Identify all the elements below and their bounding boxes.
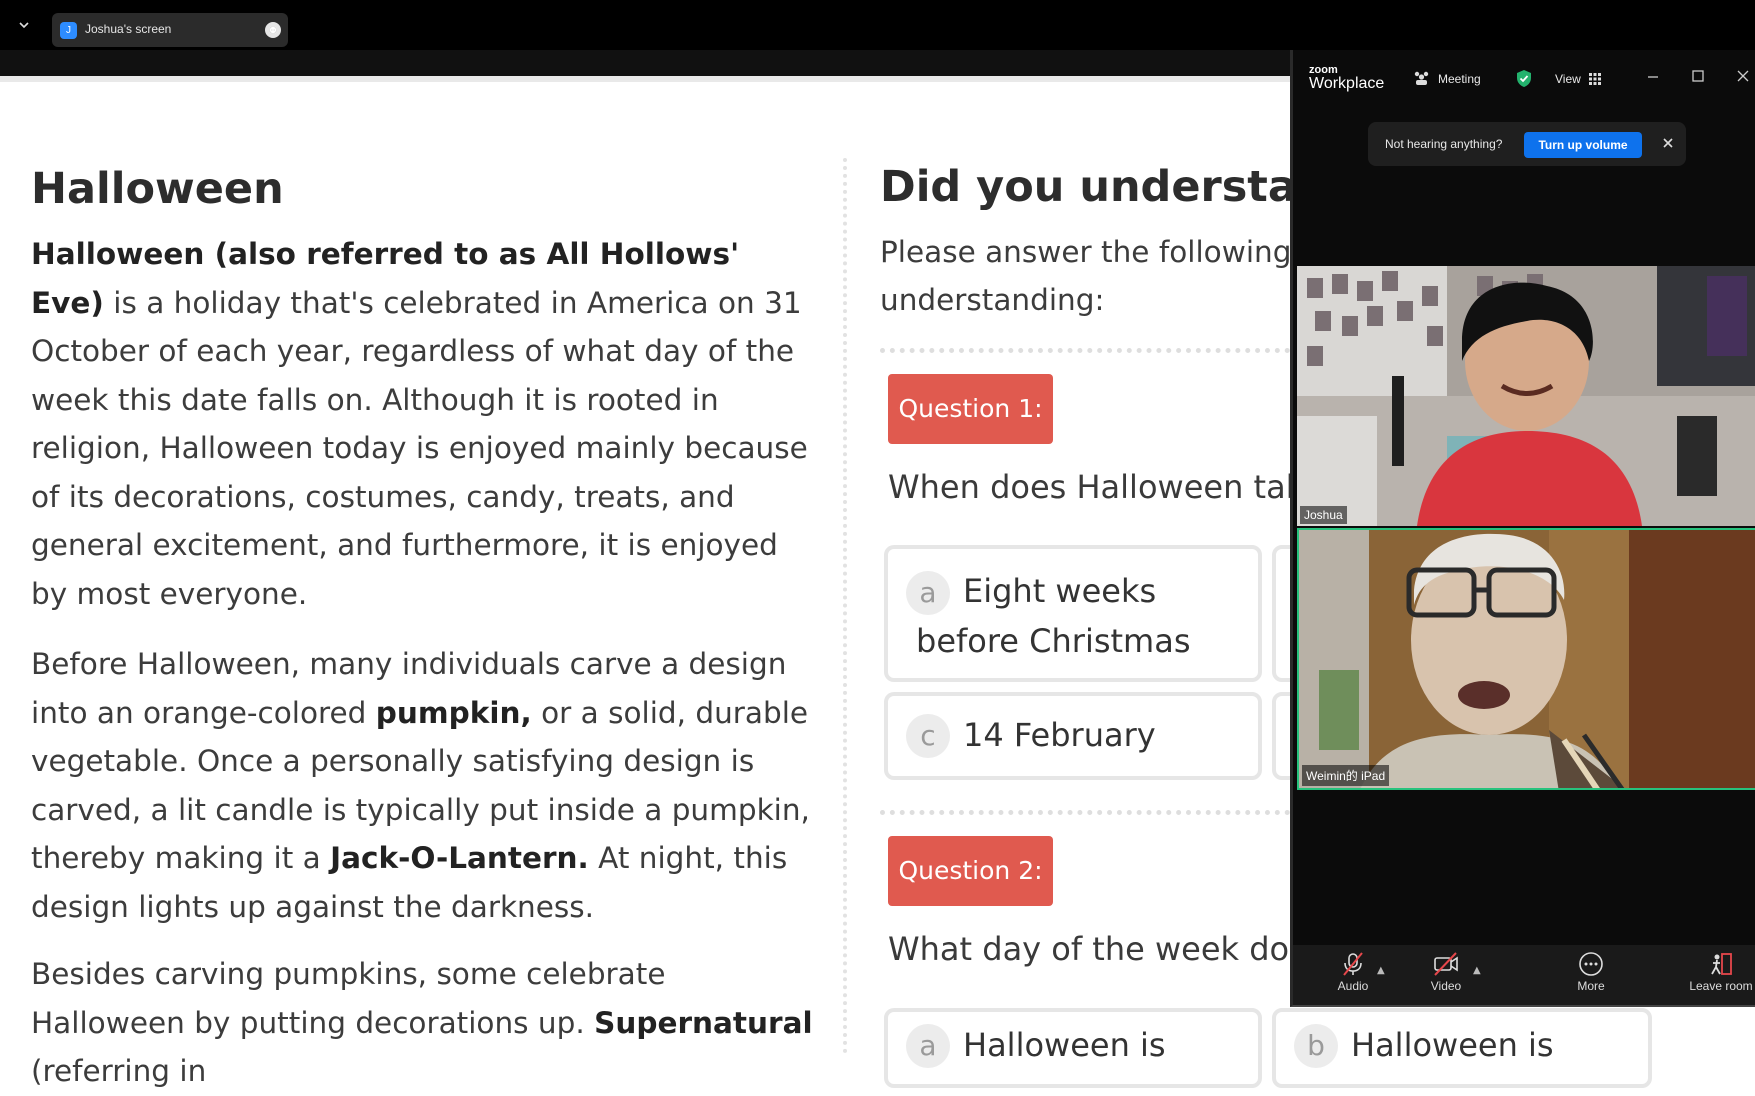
security-shield-icon[interactable] xyxy=(1515,69,1533,88)
answer-option-a[interactable]: a Eight weeks before Christmas xyxy=(884,545,1262,682)
dotted-separator xyxy=(880,810,1300,815)
more-button[interactable]: More xyxy=(1561,951,1621,993)
browser-strip xyxy=(0,50,1292,76)
more-icon xyxy=(1579,952,1603,976)
participant-video[interactable]: Joshua xyxy=(1297,266,1755,526)
answer-option-c[interactable]: c 14 February xyxy=(884,692,1262,780)
option-text: Eight weeks xyxy=(963,572,1157,610)
meeting-menu[interactable]: Meeting xyxy=(1438,72,1481,86)
question-1-text: When does Halloween tal xyxy=(888,468,1295,506)
leave-room-button[interactable]: Leave room xyxy=(1681,951,1755,993)
option-letter: a xyxy=(906,1024,950,1068)
option-text: Halloween is xyxy=(963,1026,1166,1064)
question-2-text: What day of the week do xyxy=(888,930,1290,968)
option-text: Halloween is xyxy=(1351,1026,1554,1064)
minimize-icon[interactable] xyxy=(1643,66,1663,86)
question-2-badge: Question 2: xyxy=(888,836,1053,906)
zoom-logo-workplace: Workplace xyxy=(1309,75,1385,92)
screen-share-bar: J Joshua's screen xyxy=(0,0,1755,50)
close-icon[interactable] xyxy=(1733,66,1753,86)
grid-view-icon[interactable] xyxy=(1589,73,1601,85)
leave-room-label: Leave room xyxy=(1689,979,1753,993)
option-letter: a xyxy=(906,571,950,615)
participant-name: Weimin的 iPad xyxy=(1302,765,1390,786)
option-text: 14 February xyxy=(963,716,1156,754)
participant-video-active[interactable]: Weimin的 iPad xyxy=(1297,528,1755,790)
dotted-separator xyxy=(880,348,1300,353)
paragraph-text: is a holiday that's celebrated in Americ… xyxy=(31,285,808,611)
article-title: Halloween xyxy=(31,164,284,214)
option-letter: b xyxy=(1294,1024,1338,1068)
maximize-icon[interactable] xyxy=(1688,66,1708,86)
option-letter: c xyxy=(906,714,950,758)
video-frame xyxy=(1297,266,1755,526)
video-off-icon xyxy=(1434,952,1458,976)
dismiss-notice-icon[interactable] xyxy=(1662,137,1674,149)
bold-term: pumpkin, xyxy=(375,695,532,730)
chevron-down-icon[interactable] xyxy=(16,17,32,33)
view-menu[interactable]: View xyxy=(1555,72,1581,86)
shared-screen-tab[interactable]: J Joshua's screen xyxy=(52,13,288,47)
participant-name: Joshua xyxy=(1300,506,1347,524)
shared-screen-label: Joshua's screen xyxy=(85,22,172,36)
paragraph-text: Besides carving pumpkins, some celebrate… xyxy=(31,957,666,1040)
notice-text: Not hearing anything? xyxy=(1385,137,1503,151)
muted-microphone-icon xyxy=(1343,952,1363,976)
presenter-avatar: J xyxy=(60,22,77,39)
answer-option-b[interactable]: b Halloween is xyxy=(1272,1008,1652,1088)
article-paragraph-3: Besides carving pumpkins, some celebrate… xyxy=(31,950,821,1096)
article-paragraph-1: Halloween (also referred to as All Hollo… xyxy=(31,230,821,618)
paragraph-text: (referring in xyxy=(31,1054,207,1088)
page-header-rule xyxy=(0,76,1292,96)
audio-button[interactable]: Audio xyxy=(1323,951,1383,993)
option-text: before Christmas xyxy=(916,622,1191,660)
quiz-intro: Please answer the following understandin… xyxy=(880,235,1292,317)
question-1-badge: Question 1: xyxy=(888,374,1053,444)
audio-notice: Not hearing anything? Turn up volume xyxy=(1368,122,1686,166)
meeting-icon xyxy=(1414,71,1429,85)
bold-term: Jack-O-Lantern. xyxy=(330,841,589,875)
audio-options-caret-icon[interactable]: ▲ xyxy=(1377,965,1385,976)
leave-room-icon xyxy=(1711,953,1732,975)
bold-term: Supernatural xyxy=(594,1005,813,1040)
video-frame xyxy=(1299,530,1755,788)
turn-up-volume-button[interactable]: Turn up volume xyxy=(1524,132,1642,158)
article-paragraph-2: Before Halloween, many individuals carve… xyxy=(31,640,821,931)
more-options-icon[interactable] xyxy=(265,22,281,38)
zoom-meeting-panel: zoom Workplace Meeting View Not hearing … xyxy=(1290,50,1755,1007)
more-label: More xyxy=(1577,979,1605,993)
column-divider xyxy=(843,158,847,1054)
video-button[interactable]: Video xyxy=(1416,951,1476,993)
meeting-controls: Audio ▲ Video ▲ More Leave room xyxy=(1293,945,1755,1005)
video-options-caret-icon[interactable]: ▲ xyxy=(1473,965,1481,976)
video-label: Video xyxy=(1430,979,1462,993)
answer-option-a[interactable]: a Halloween is xyxy=(884,1008,1262,1088)
audio-label: Audio xyxy=(1337,979,1369,993)
